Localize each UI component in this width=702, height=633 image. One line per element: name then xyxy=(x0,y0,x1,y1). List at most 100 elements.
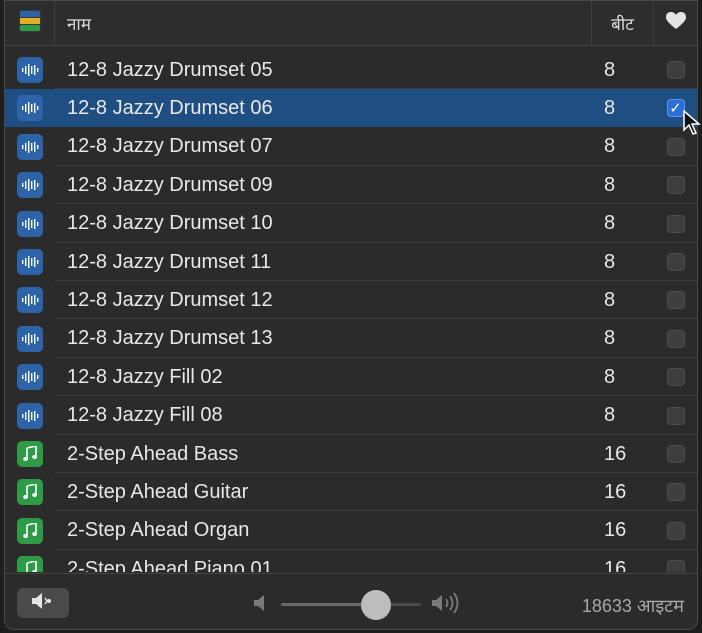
item-count: 18633 आइटम xyxy=(581,596,684,616)
loop-name: 12-8 Jazzy Drumset 11 xyxy=(67,250,272,273)
volume-slider[interactable] xyxy=(281,590,421,620)
favorite-checkbox[interactable] xyxy=(666,253,685,271)
loop-beats: 8 xyxy=(604,404,616,427)
loop-name: 2-Step Ahead Organ xyxy=(67,519,250,542)
favorite-cell xyxy=(654,560,697,572)
audio-waveform-icon xyxy=(17,249,43,275)
loop-beats: 8 xyxy=(604,250,616,273)
loop-name: 12-8 Jazzy Drumset 12 xyxy=(67,288,273,311)
loop-row[interactable]: 2-Step Ahead Guitar 16 xyxy=(5,473,697,512)
loop-row[interactable]: 12-8 Jazzy Fill 02 8 xyxy=(5,358,697,397)
loop-row[interactable]: 12-8 Jazzy Drumset 05 8 xyxy=(5,51,697,89)
audio-waveform-icon xyxy=(17,364,43,391)
loop-type-cell xyxy=(5,479,55,506)
audio-waveform-icon xyxy=(17,172,43,199)
beats-column-header[interactable]: बीट xyxy=(592,1,654,45)
loop-name: 12-8 Jazzy Drumset 10 xyxy=(67,212,273,235)
music-note-icon xyxy=(17,517,43,544)
favorite-checkbox[interactable] xyxy=(666,61,685,79)
column-header: नाम बीट xyxy=(5,1,697,46)
loop-beats: 8 xyxy=(604,173,616,196)
loop-type-cell xyxy=(5,556,55,572)
favorite-checkbox[interactable] xyxy=(666,214,685,233)
loop-row[interactable]: 12-8 Jazzy Drumset 11 8 xyxy=(5,243,697,281)
volume-slider-knob[interactable] xyxy=(361,590,392,620)
loop-row[interactable]: 12-8 Jazzy Drumset 06 8 ✓ xyxy=(5,89,697,128)
loop-row[interactable]: 2-Step Ahead Piano 01 16 xyxy=(5,550,697,572)
loop-row[interactable]: 12-8 Jazzy Drumset 07 8 xyxy=(5,128,697,166)
favorite-cell xyxy=(654,406,697,425)
music-note-icon xyxy=(17,441,43,467)
music-note-icon xyxy=(17,479,43,506)
loop-row[interactable]: 12-8 Jazzy Drumset 13 8 xyxy=(5,320,697,358)
loop-name: 12-8 Jazzy Drumset 05 xyxy=(67,58,273,81)
speaker-preview-icon xyxy=(30,592,56,615)
audio-waveform-icon xyxy=(17,287,43,314)
favorite-checkbox[interactable]: ✓ xyxy=(666,99,685,118)
mouse-cursor xyxy=(683,109,702,141)
preview-speaker-button[interactable] xyxy=(17,588,69,618)
loop-row[interactable]: 12-8 Jazzy Drumset 09 8 xyxy=(5,166,697,205)
loop-name: 12-8 Jazzy Drumset 06 xyxy=(67,96,273,119)
loop-beats: 8 xyxy=(604,288,616,311)
audio-waveform-icon xyxy=(17,402,43,429)
loop-name: 2-Step Ahead Guitar xyxy=(67,480,249,503)
loop-name: 12-8 Jazzy Drumset 13 xyxy=(67,327,273,350)
audio-waveform-icon xyxy=(17,133,43,160)
loop-row[interactable]: 2-Step Ahead Bass 16 xyxy=(5,435,697,473)
loop-row[interactable]: 12-8 Jazzy Drumset 10 8 xyxy=(5,205,697,243)
audio-waveform-icon xyxy=(17,57,43,83)
heart-icon xyxy=(665,11,686,35)
loop-type-cell xyxy=(5,402,55,429)
volume-high-icon xyxy=(431,592,465,619)
loop-beats: 8 xyxy=(604,58,616,81)
loop-name: 12-8 Jazzy Fill 08 xyxy=(67,404,223,427)
favorite-checkbox[interactable] xyxy=(666,445,685,463)
loop-name: 12-8 Jazzy Drumset 07 xyxy=(67,135,273,158)
favorite-checkbox[interactable] xyxy=(666,406,685,425)
loop-row[interactable]: 12-8 Jazzy Drumset 12 8 xyxy=(5,281,697,320)
type-column-header[interactable] xyxy=(5,1,55,45)
loop-name: 12-8 Jazzy Drumset 09 xyxy=(67,173,273,196)
favorite-checkbox[interactable] xyxy=(666,137,685,156)
favorite-checkbox[interactable] xyxy=(666,368,685,387)
footer-bar: 18633 आइटम xyxy=(5,573,697,629)
loop-beats: 8 xyxy=(604,135,616,158)
loop-type-cell xyxy=(5,441,55,467)
loop-beats: 16 xyxy=(604,480,627,503)
favorite-checkbox[interactable] xyxy=(666,176,685,195)
loop-list[interactable]: 12-8 Jazzy Drumset 05 8 12-8 Jazzy Drumset… xyxy=(5,51,697,572)
favorite-checkbox[interactable] xyxy=(666,483,685,502)
loop-beats: 8 xyxy=(604,365,616,388)
favorite-checkbox[interactable] xyxy=(666,521,685,540)
loop-type-cell xyxy=(5,57,55,83)
loop-type-cell xyxy=(5,249,55,275)
favorite-cell xyxy=(654,61,697,79)
file-type-icon xyxy=(18,9,41,37)
music-note-icon xyxy=(17,556,43,572)
loop-browser-panel: नाम बीट 12-8 Jazzy Drumset 05 8 12-8 Jazzy… xyxy=(4,0,698,630)
loop-beats: 8 xyxy=(604,212,616,235)
audio-waveform-icon xyxy=(17,325,43,352)
loop-type-cell xyxy=(5,172,55,199)
favorite-checkbox[interactable] xyxy=(666,291,685,310)
loop-type-cell xyxy=(5,364,55,391)
loop-type-cell xyxy=(5,95,55,122)
loop-type-cell xyxy=(5,210,55,237)
audio-waveform-icon xyxy=(17,210,43,237)
loop-beats: 16 xyxy=(604,519,627,542)
favorite-checkbox[interactable] xyxy=(666,560,685,572)
favorite-cell xyxy=(654,521,697,540)
loop-type-cell xyxy=(5,287,55,314)
loop-type-cell xyxy=(5,325,55,352)
loop-name: 2-Step Ahead Piano 01 xyxy=(67,557,273,572)
name-column-header[interactable]: नाम xyxy=(55,1,592,45)
favorite-checkbox[interactable] xyxy=(666,329,685,348)
loop-row[interactable]: 2-Step Ahead Organ 16 xyxy=(5,512,697,550)
loop-row[interactable]: 12-8 Jazzy Fill 08 8 xyxy=(5,397,697,435)
favorite-cell xyxy=(654,253,697,271)
audio-waveform-icon xyxy=(17,95,43,122)
loop-type-cell xyxy=(5,133,55,160)
favorite-column-header[interactable] xyxy=(654,1,697,45)
loop-beats: 8 xyxy=(604,327,616,350)
